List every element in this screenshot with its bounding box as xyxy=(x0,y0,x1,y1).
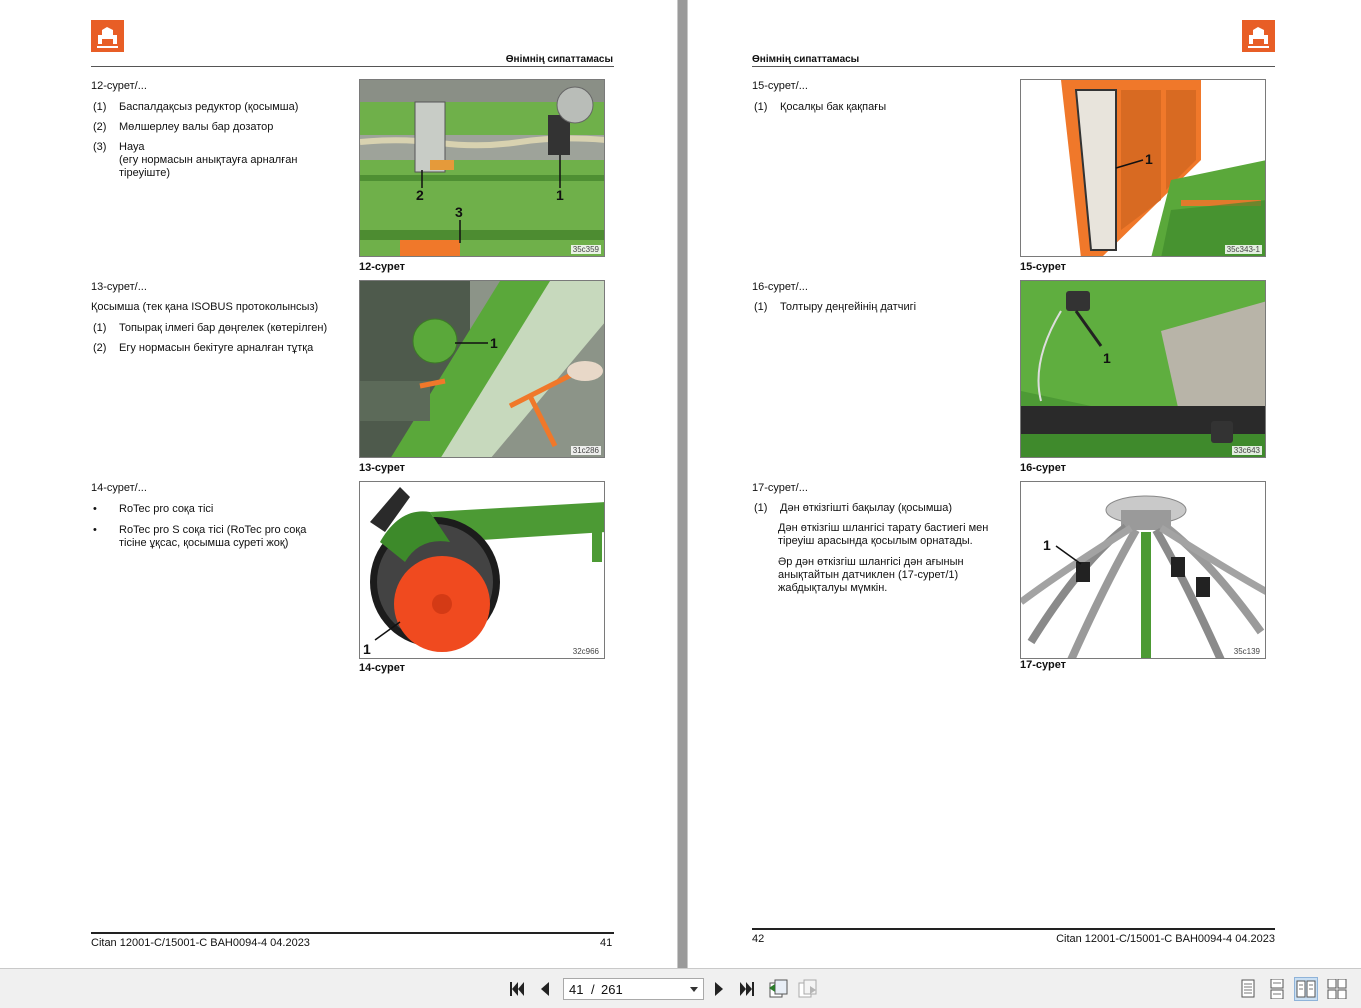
footer-rule xyxy=(91,932,614,934)
figure-code: 33c643 xyxy=(1231,446,1262,455)
body-paragraph: Әр дән өткізгіш шлангісі дән ағынын анық… xyxy=(778,556,964,594)
section-intro: 17-сурет/... xyxy=(752,482,808,494)
header-rule xyxy=(752,66,1275,67)
callout-label: 1 xyxy=(1145,151,1153,167)
level-sensor-photo: 1 xyxy=(1021,281,1265,457)
figure-caption: 12-сурет xyxy=(359,261,406,273)
footer-page-number: 42 xyxy=(752,933,765,945)
first-page-icon[interactable] xyxy=(505,977,529,1001)
figure-caption: 13-сурет xyxy=(359,462,406,474)
section-intro: 13-сурет/... xyxy=(91,281,147,293)
viewer-toolbar: 41 / 261 xyxy=(0,968,1361,1008)
figure-image: 1 32c966 xyxy=(359,481,605,659)
figure-image: 1 33c643 xyxy=(1020,280,1266,458)
figure-image: 1 35c139 xyxy=(1020,481,1266,659)
tank-lid-photo: 1 xyxy=(1021,80,1265,256)
section-note: Қосымша (тек қана ISOBUS протоколынсыз) xyxy=(91,301,319,313)
footer-document-id: Citan 12001-C/15001-C BAH0094-4 04.2023 xyxy=(91,937,310,949)
figure-caption: 15-сурет xyxy=(1020,261,1067,273)
figure-image: 2 1 3 35c359 xyxy=(359,79,605,257)
wheel-lever-photo: 1 xyxy=(360,281,604,457)
callout-label: 1 xyxy=(1043,537,1051,553)
section-intro: 14-сурет/... xyxy=(91,482,147,494)
previous-view-icon[interactable] xyxy=(766,977,790,1001)
figure-code: 31c286 xyxy=(570,446,601,455)
figure-caption: 17-сурет xyxy=(1020,659,1067,671)
chevron-down-icon[interactable] xyxy=(690,987,698,992)
figure-caption: 16-сурет xyxy=(1020,462,1067,474)
figure-caption: 14-сурет xyxy=(359,662,406,674)
list-item: (3) Науа (егу нормасын анықтауға арналға… xyxy=(93,141,298,179)
callout-label: 1 xyxy=(556,187,564,203)
bullet-icon: • xyxy=(93,524,97,536)
pdf-viewer: Өнімнің сипаттамасы 12-сурет/... (1) Бас… xyxy=(0,0,1361,1008)
callout-label: 2 xyxy=(416,187,424,203)
body-paragraph: Дән өткізгіш шлангісі тарату бастиегі ме… xyxy=(778,522,989,547)
page-header-title: Өнімнің сипаттамасы xyxy=(752,54,860,65)
footer-page-number: 41 xyxy=(600,937,613,949)
callout-label: 1 xyxy=(1103,350,1111,366)
section-intro: 12-сурет/... xyxy=(91,80,147,92)
bullet-icon: • xyxy=(93,503,97,515)
figure-image: 1 35c343-1 xyxy=(1020,79,1266,257)
brand-logo xyxy=(91,20,124,52)
page-42: Өнімнің сипаттамасы 15-сурет/... (1) Қос… xyxy=(688,0,1361,968)
page-number-select[interactable]: 41 / 261 xyxy=(563,978,704,1000)
next-page-icon[interactable] xyxy=(707,977,731,1001)
page-header-title: Өнімнің сипаттамасы xyxy=(505,54,613,65)
figure-image: 1 31c286 xyxy=(359,280,605,458)
section-intro: 16-сурет/... xyxy=(752,281,808,293)
page-separator: / xyxy=(591,982,595,997)
continuous-page-icon[interactable] xyxy=(1265,977,1289,1001)
seed-hose-photo: 1 xyxy=(1021,482,1265,658)
next-view-icon[interactable] xyxy=(795,977,819,1001)
callout-label: 1 xyxy=(363,641,371,657)
figure-code: 35c343-1 xyxy=(1224,245,1262,254)
bullet-item: • RoTec pro S соқа тісі (RoTec pro соқа … xyxy=(93,524,307,549)
section-intro: 15-сурет/... xyxy=(752,80,808,92)
figure-code: 32c966 xyxy=(570,647,601,656)
coulter-photo: 1 xyxy=(360,482,604,658)
callout-label: 3 xyxy=(455,204,463,220)
last-page-icon[interactable] xyxy=(735,977,759,1001)
page-41: Өнімнің сипаттамасы 12-сурет/... (1) Бас… xyxy=(0,0,677,968)
continuous-facing-icon[interactable] xyxy=(1325,977,1349,1001)
brand-logo xyxy=(1242,20,1275,52)
footer-rule xyxy=(752,928,1275,930)
previous-page-icon[interactable] xyxy=(533,977,557,1001)
current-page: 41 xyxy=(569,982,584,997)
figure-code: 35c139 xyxy=(1231,647,1262,656)
total-pages: 261 xyxy=(601,982,623,997)
single-page-icon[interactable] xyxy=(1236,977,1260,1001)
figure-code: 35c359 xyxy=(570,245,601,254)
footer-document-id: Citan 12001-C/15001-C BAH0094-4 04.2023 xyxy=(1056,933,1275,945)
header-rule xyxy=(91,66,614,67)
facing-pages-icon[interactable] xyxy=(1294,977,1318,1001)
hopper-dosing-photo: 2 1 3 xyxy=(360,80,604,256)
callout-label: 1 xyxy=(490,335,498,351)
page-divider xyxy=(677,0,688,968)
